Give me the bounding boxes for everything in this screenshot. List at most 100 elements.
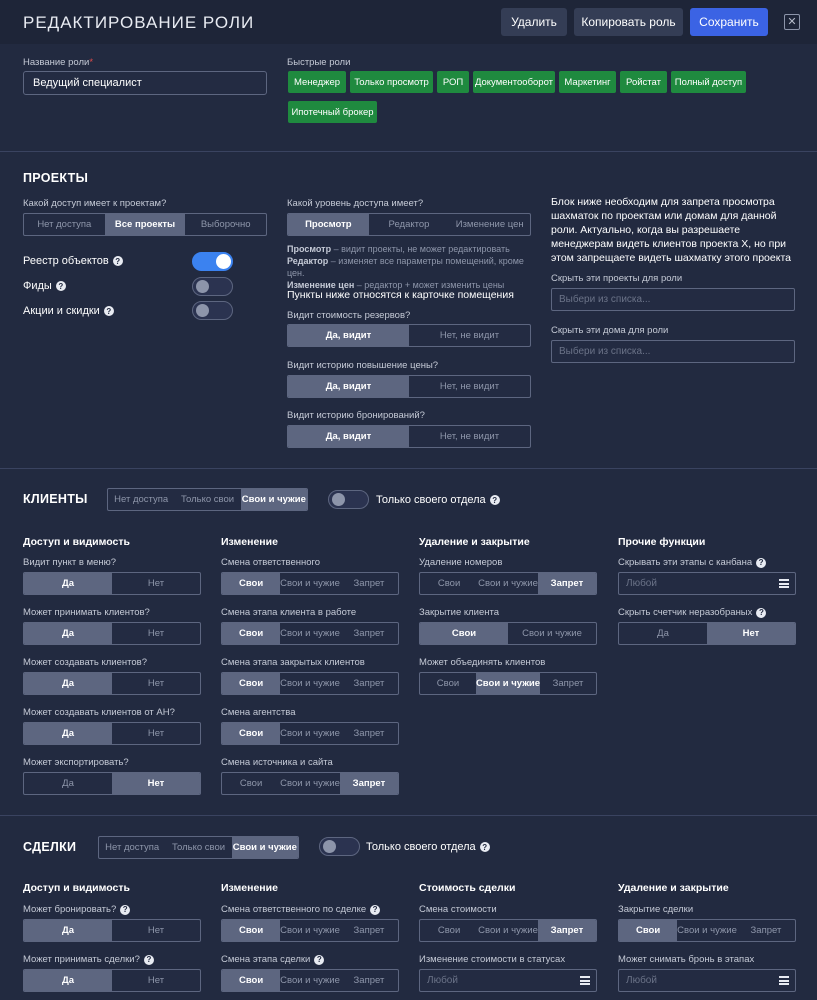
projects-access-switch[interactable]: Нет доступа Все проекты Выборочно — [23, 213, 267, 236]
seg-option[interactable]: Нет, не видит — [409, 325, 530, 346]
seg-option[interactable]: Свои и чужие — [280, 673, 340, 694]
seg-option[interactable]: Нет доступа — [99, 837, 165, 858]
option-switch[interactable]: Свои Свои и чужие Запрет — [221, 622, 399, 645]
seg-option[interactable]: Изменение цен — [449, 214, 530, 235]
seg-option[interactable]: Все проекты — [104, 214, 186, 235]
seg-option[interactable]: Свои — [222, 773, 280, 794]
seg-option[interactable]: Только свои — [174, 489, 240, 510]
role-name-input[interactable]: Ведущий специалист — [23, 71, 267, 95]
seg-option[interactable]: Нет — [112, 920, 200, 941]
booking-history-switch[interactable]: Да, видит Нет, не видит — [287, 425, 531, 448]
seg-option[interactable]: Свои — [222, 920, 281, 941]
seg-option[interactable]: Запрет — [340, 673, 398, 694]
option-switch[interactable]: Свои Свои и чужие Запрет — [221, 969, 399, 992]
quick-role-chip[interactable]: Полный доступ — [671, 71, 746, 93]
seg-option[interactable]: Свои и чужие — [475, 673, 541, 694]
seg-option[interactable]: Свои и чужие — [280, 773, 340, 794]
seg-option[interactable]: Свои и чужие — [478, 573, 538, 594]
price-history-switch[interactable]: Да, видит Нет, не видит — [287, 375, 531, 398]
seg-option[interactable]: Да, видит — [288, 426, 409, 447]
option-switch[interactable]: Свои Свои и чужие Запрет — [419, 919, 597, 942]
seg-option[interactable]: Да — [24, 623, 112, 644]
reserve-cost-switch[interactable]: Да, видит Нет, не видит — [287, 324, 531, 347]
option-switch[interactable]: Свои Свои и чужие — [419, 622, 597, 645]
seg-option[interactable]: Свои — [222, 970, 281, 991]
seg-option[interactable]: Просмотр — [288, 214, 369, 235]
seg-option[interactable]: Свои — [420, 623, 508, 644]
option-switch[interactable]: Да Нет — [23, 672, 201, 695]
seg-option[interactable]: Редактор — [369, 214, 450, 235]
seg-option[interactable]: Да — [619, 623, 707, 644]
option-switch[interactable]: Да Нет — [23, 722, 201, 745]
seg-option[interactable]: Свои — [222, 723, 281, 744]
seg-option[interactable]: Свои и чужие — [280, 920, 340, 941]
quick-role-chip[interactable]: Менеджер — [288, 71, 346, 93]
seg-option[interactable]: Нет, не видит — [409, 426, 530, 447]
seg-option[interactable]: Запрет — [340, 920, 398, 941]
seg-option[interactable]: Запрет — [340, 573, 398, 594]
option-switch[interactable]: Да Нет — [23, 572, 201, 595]
seg-option[interactable]: Свои — [420, 920, 478, 941]
access-level-switch[interactable]: Просмотр Редактор Изменение цен — [287, 213, 531, 236]
deals-scope-switch[interactable]: Нет доступа Только свои Свои и чужие — [98, 836, 299, 859]
option-switch[interactable]: Свои Свои и чужие Запрет — [618, 919, 796, 942]
option-switch[interactable]: Свои Свои и чужие Запрет — [221, 672, 399, 695]
seg-option[interactable]: Запрет — [737, 920, 795, 941]
quick-role-chip[interactable]: Ройстат — [620, 71, 667, 93]
seg-option[interactable]: Свои и чужие — [677, 920, 737, 941]
seg-option[interactable]: Нет доступа — [108, 489, 174, 510]
seg-option[interactable]: Нет — [112, 573, 200, 594]
option-switch[interactable]: Да Нет — [23, 969, 201, 992]
seg-option[interactable]: Свои — [420, 573, 478, 594]
deals-dept-toggle[interactable] — [319, 837, 360, 856]
seg-option[interactable]: Нет — [112, 723, 200, 744]
hide-houses-select[interactable]: Выбери из списка... — [551, 340, 795, 363]
seg-option[interactable]: Свои и чужие — [280, 970, 340, 991]
seg-option[interactable]: Нет — [112, 970, 200, 991]
clients-dept-toggle[interactable] — [328, 490, 369, 509]
seg-option[interactable]: Нет — [112, 773, 200, 794]
seg-option[interactable]: Запрет — [540, 673, 596, 694]
seg-option[interactable]: Да — [24, 723, 112, 744]
copy-role-button[interactable]: Копировать роль — [574, 8, 683, 36]
seg-option[interactable]: Запрет — [339, 773, 398, 794]
seg-option[interactable]: Свои — [222, 673, 281, 694]
seg-option[interactable]: Свои и чужие — [280, 573, 340, 594]
status-cost-select[interactable]: Любой — [419, 969, 597, 992]
seg-option[interactable]: Да, видит — [288, 376, 409, 397]
clients-scope-switch[interactable]: Нет доступа Только свои Свои и чужие — [107, 488, 308, 511]
feeds-toggle[interactable] — [192, 277, 233, 296]
seg-option[interactable]: Нет — [707, 623, 795, 644]
seg-option[interactable]: Да, видит — [288, 325, 409, 346]
kanban-stages-select[interactable]: Любой — [618, 572, 796, 595]
quick-role-chip[interactable]: Документооборот — [473, 71, 555, 93]
quick-role-chip[interactable]: Маркетинг — [559, 71, 616, 93]
option-switch[interactable]: Свои Свои и чужие Запрет — [221, 572, 399, 595]
seg-option[interactable]: Нет — [112, 673, 200, 694]
option-switch[interactable]: Да Нет — [23, 919, 201, 942]
option-switch[interactable]: Свои Свои и чужие Запрет — [221, 772, 399, 795]
seg-option[interactable]: Свои — [222, 573, 281, 594]
seg-option[interactable]: Свои и чужие — [231, 837, 298, 858]
seg-option[interactable]: Запрет — [340, 623, 398, 644]
unbook-stages-select[interactable]: Любой — [618, 969, 796, 992]
option-switch[interactable]: Свои Свои и чужие Запрет — [419, 572, 597, 595]
seg-option[interactable]: Да — [24, 773, 112, 794]
close-icon[interactable]: ✕ — [784, 14, 800, 30]
seg-option[interactable]: Выборочно — [185, 214, 266, 235]
delete-button[interactable]: Удалить — [501, 8, 567, 36]
seg-option[interactable]: Свои — [619, 920, 678, 941]
seg-option[interactable]: Да — [24, 573, 112, 594]
seg-option[interactable]: Нет доступа — [24, 214, 105, 235]
option-switch[interactable]: Свои Свои и чужие Запрет — [221, 722, 399, 745]
option-switch[interactable]: Да Нет — [23, 772, 201, 795]
option-switch[interactable]: Свои Свои и чужие Запрет — [221, 919, 399, 942]
seg-option[interactable]: Да — [24, 920, 112, 941]
save-button[interactable]: Сохранить — [690, 8, 768, 36]
objects-registry-toggle[interactable] — [192, 252, 233, 271]
seg-option[interactable]: Запрет — [537, 573, 596, 594]
seg-option[interactable]: Свои — [420, 673, 476, 694]
hide-projects-select[interactable]: Выбери из списка... — [551, 288, 795, 311]
seg-option[interactable]: Нет — [112, 623, 200, 644]
seg-option[interactable]: Запрет — [340, 723, 398, 744]
